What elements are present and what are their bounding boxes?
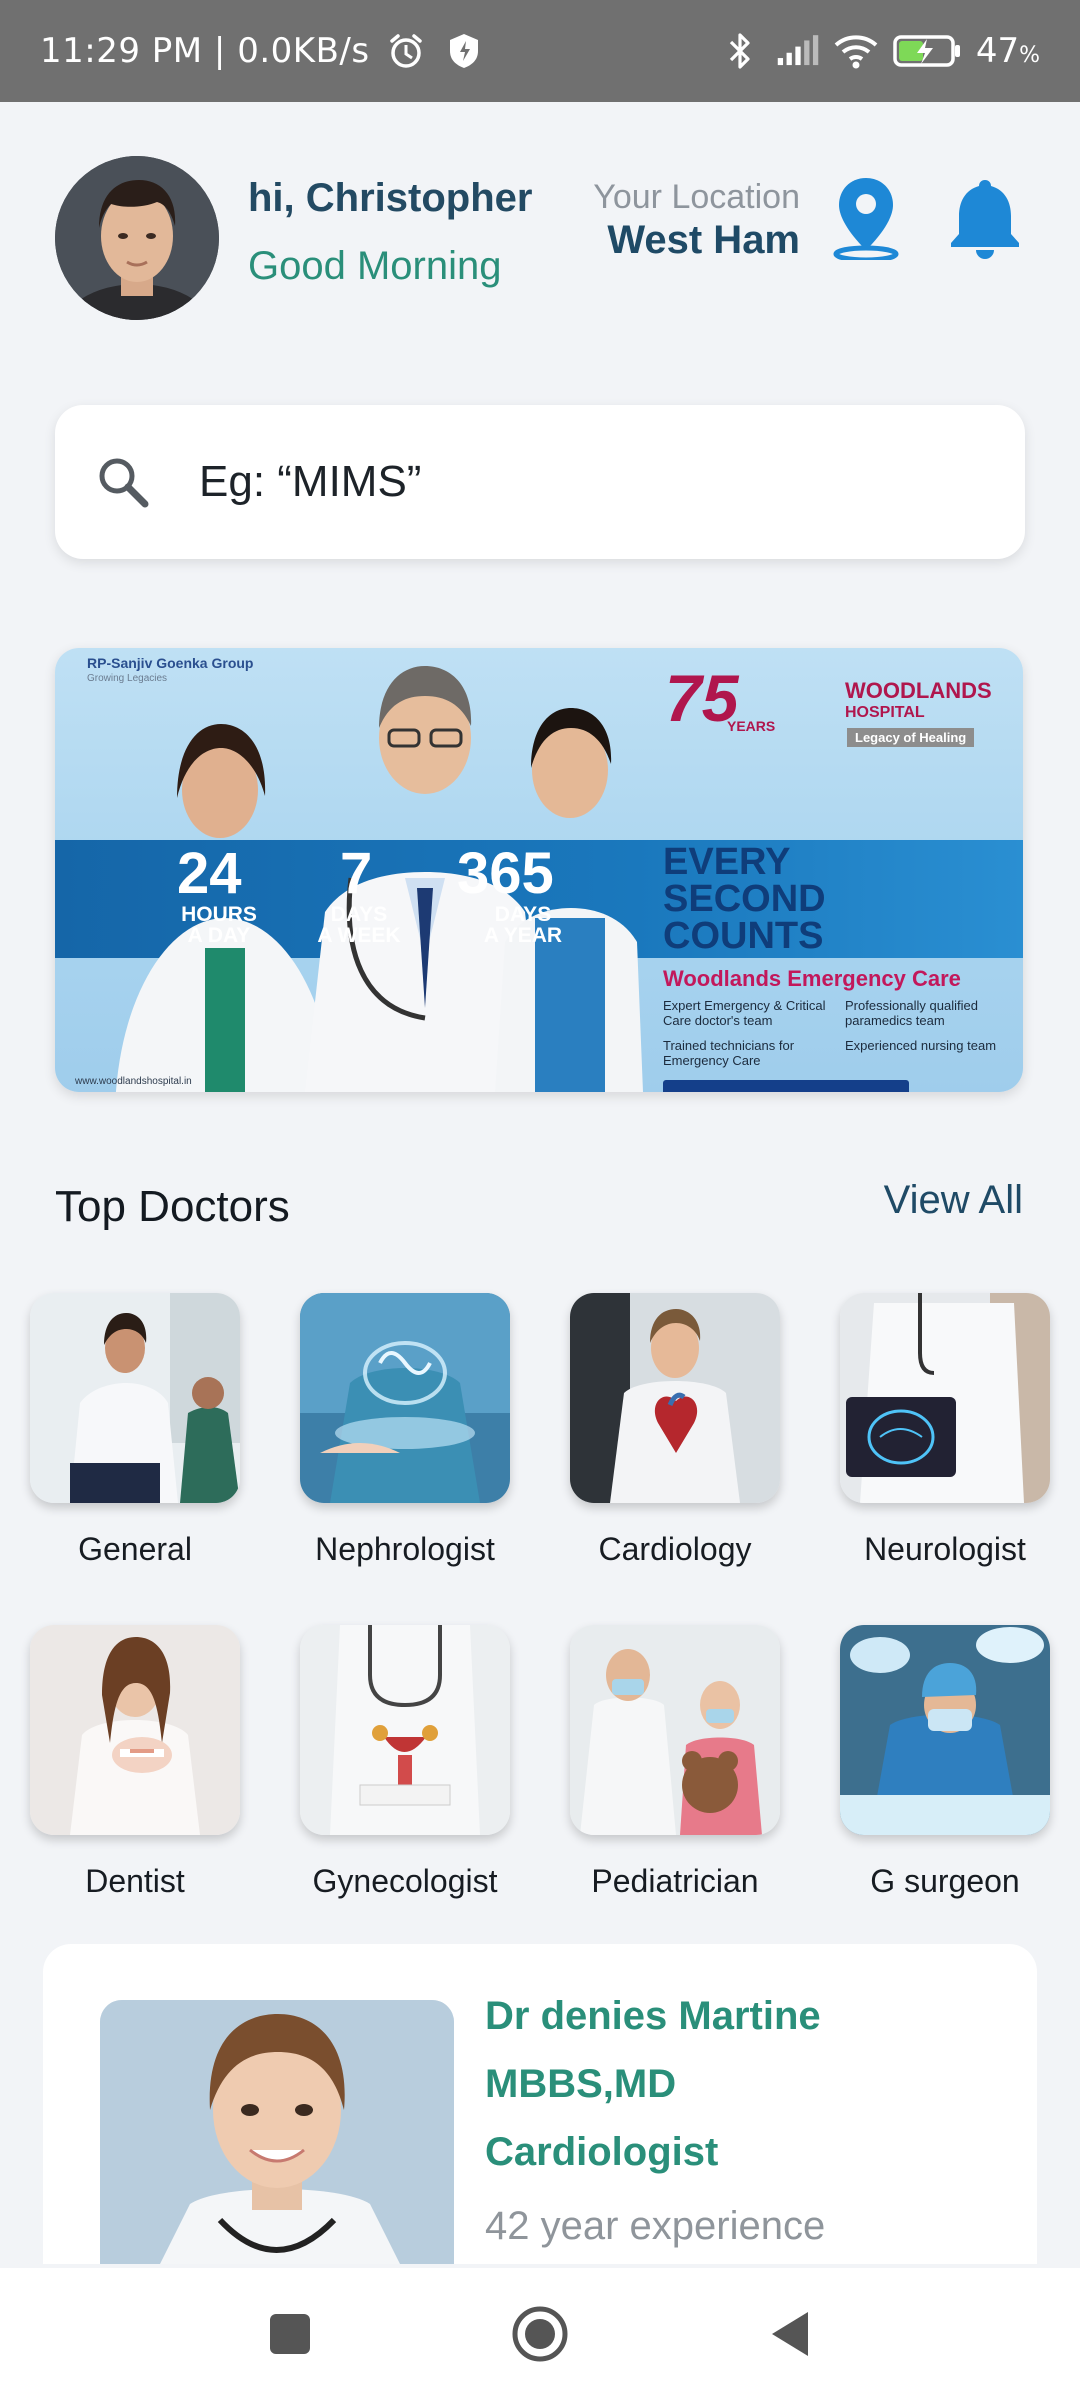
doctor-experience: 42 year experience [485,2204,826,2248]
section-title-top-doctors: Top Doctors [55,1182,290,1231]
banner-website: www.woodlandshospital.in [75,1076,192,1087]
banner-bullet: Experienced nursing team [845,1038,997,1053]
home-circle-icon [512,2306,568,2362]
banner-stat-label: DAYS A WEEK [317,903,401,947]
status-time: 11:29 PM | 0.0KB/s [40,31,370,71]
doctor-card[interactable]: Dr denies Martine MBBS,MD Cardiologist 4… [43,1944,1037,2264]
category-image [30,1625,240,1835]
banner-bullet: Expert Emergency & Critical Care doctor'… [663,998,826,1028]
category-image [570,1293,780,1503]
category-label: Gynecologist [312,1863,498,1899]
category-image [300,1625,510,1835]
banner-bullet: Professionally qualified paramedics team [845,998,978,1028]
doctor-photo [100,2000,454,2264]
search-icon [99,458,149,508]
category-image [840,1625,1050,1835]
banner-bullet: Trained technicians for Emergency Care [663,1038,795,1068]
banner-stat-label: HOURS A DAY [181,903,257,947]
doctor-specialty: Cardiologist [485,2130,719,2174]
search-bar[interactable] [55,405,1025,559]
search-input[interactable] [199,457,959,507]
category-image [300,1293,510,1503]
view-all-link[interactable]: View All [884,1178,1023,1223]
banner-stat-number: 365 [457,841,554,906]
category-image [30,1293,240,1503]
greeting-subtitle: Good Morning [248,244,502,288]
banner-hospital: WOODLANDS HOSPITAL [845,678,992,722]
category-image [840,1293,1050,1503]
category-gynecologist[interactable]: Gynecologist [285,1625,525,1900]
category-dentist[interactable]: Dentist [15,1625,255,1900]
bluetooth-icon [718,29,762,73]
alarm-icon [384,29,428,73]
category-label: Nephrologist [315,1531,495,1567]
signal-icon [776,29,820,73]
banner-stat-number: 24 [177,841,242,906]
doctor-name: Dr denies Martine [485,1994,821,2038]
home-button[interactable] [505,2299,575,2369]
bell-icon[interactable] [946,174,1024,260]
category-cardiology[interactable]: Cardiology [555,1293,795,1568]
promo-banner[interactable]: RP-Sanjiv Goenka Group Growing Legacies 7… [55,648,1023,1092]
category-label: Dentist [85,1863,185,1899]
banner-stat-number: 7 [340,841,373,906]
greeting-name: hi, Christopher [248,176,533,220]
category-label: Cardiology [598,1531,752,1567]
banner-headline: EVERY SECOND COUNTS [663,841,826,957]
category-pediatrician[interactable]: Pediatrician [555,1625,795,1900]
map-pin-icon[interactable] [830,176,902,263]
category-image [570,1625,780,1835]
recents-button[interactable] [255,2299,325,2369]
location-label: Your Location [593,178,800,216]
battery-percent: 47% [975,31,1040,71]
system-nav-bar [0,2268,1080,2400]
category-label: G surgeon [870,1863,1020,1899]
avatar[interactable] [55,156,219,320]
category-general[interactable]: General [15,1293,255,1568]
back-triangle-icon [772,2312,808,2356]
category-label: Neurologist [864,1531,1026,1567]
category-label: General [78,1531,192,1567]
doctor-degree: MBBS,MD [485,2062,677,2106]
location-value[interactable]: West Ham [607,218,800,263]
square-icon [270,2314,310,2354]
banner-years-label: YEARS [727,718,776,734]
banner-brand: RP-Sanjiv Goenka Group Growing Legacies [87,655,254,685]
status-bar: 11:29 PM | 0.0KB/s 47% [0,0,1080,102]
shield-icon [442,29,486,73]
banner-emergency-title: Woodlands Emergency Care [663,966,961,991]
category-neurologist[interactable]: Neurologist [825,1293,1065,1568]
banner-phone-strip [663,1080,909,1092]
banner-stat-label: DAYS A YEAR [483,903,563,947]
battery-charging-icon [892,29,962,73]
category-nephrologist[interactable]: Nephrologist [285,1293,525,1568]
wifi-icon [834,29,878,73]
back-button[interactable] [755,2299,825,2369]
category-g-surgeon[interactable]: G surgeon [825,1625,1065,1900]
banner-legacy: Legacy of Healing [847,728,975,747]
category-label: Pediatrician [591,1863,759,1899]
